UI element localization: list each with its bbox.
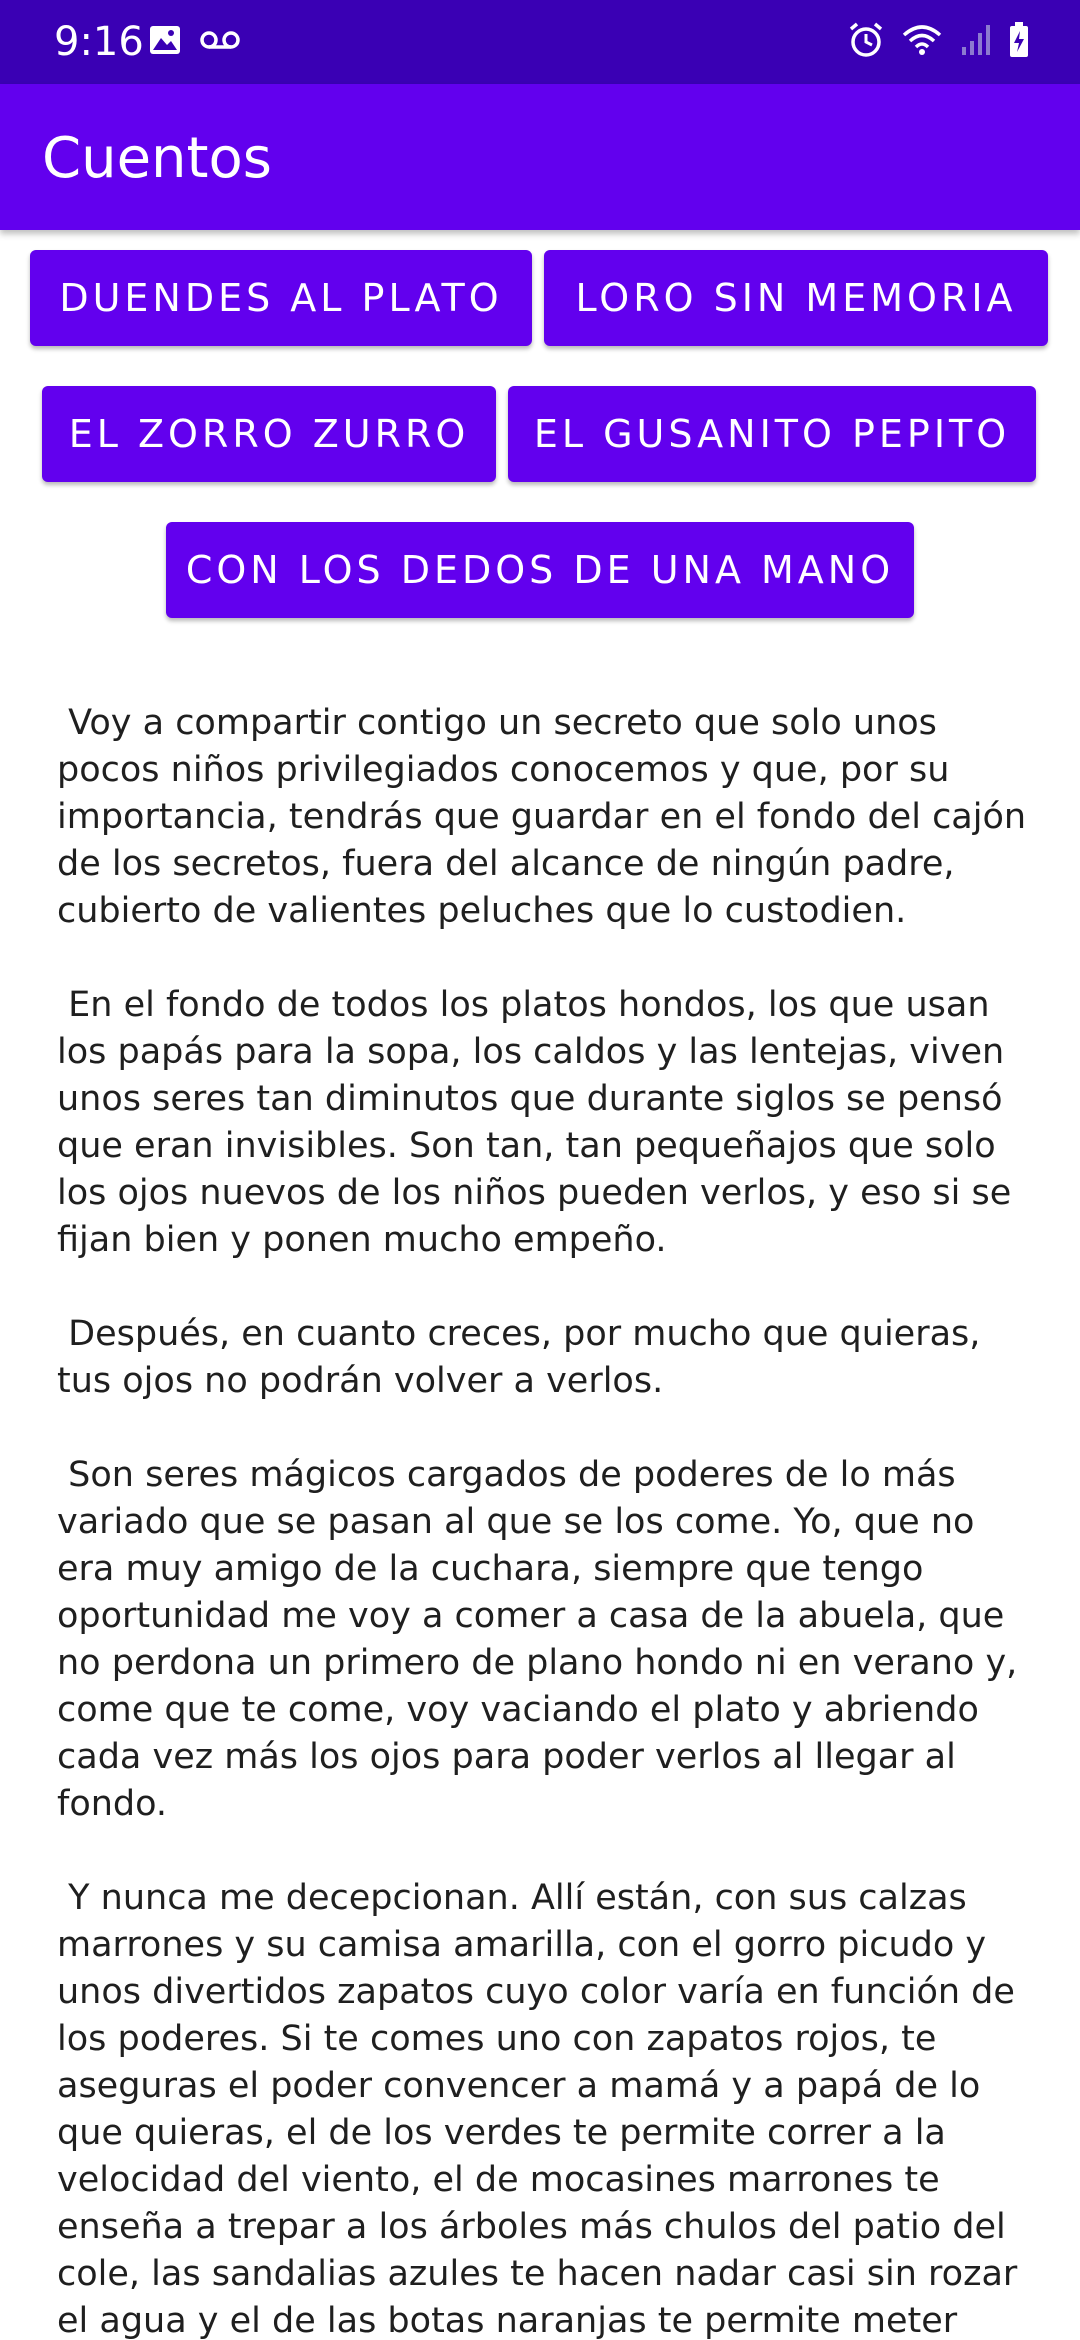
page-title: Cuentos [42,126,272,191]
loro-sin-memoria-button[interactable]: LORO SIN MEMORIA [544,250,1048,346]
story-paragraph: Son seres mágicos cargados de poderes de… [57,1455,1029,1824]
story-paragraph: Después, en cuanto creces, por mucho que… [57,1314,992,1401]
duendes-al-plato-button[interactable]: DUENDES AL PLATO [30,250,532,346]
story-text: Voy a compartir contigo un secreto que s… [57,700,1037,2340]
el-gusanito-pepito-button[interactable]: EL GUSANITO PEPITO [508,386,1036,482]
voicemail-icon [200,28,240,56]
wifi-icon [902,23,942,61]
status-left-icons [148,22,240,62]
con-los-dedos-de-una-mano-button[interactable]: CON LOS DEDOS DE UNA MANO [166,522,914,618]
app-bar: Cuentos [0,84,1080,230]
status-right-icons [848,20,1030,64]
status-time: 9:16 [54,19,144,65]
signal-icon [960,23,990,61]
battery-charging-icon [1008,21,1030,63]
el-zorro-zurro-button[interactable]: EL ZORRO ZURRO [42,386,496,482]
status-bar: 9:16 [0,0,1080,84]
story-paragraph: En el fondo de todos los platos hondos, … [57,985,1023,1260]
story-paragraph: Y nunca me decepcionan. Allí están, con … [57,1878,1029,2340]
alarm-icon [848,21,884,63]
image-icon [148,24,182,60]
story-paragraph: Voy a compartir contigo un secreto que s… [57,703,1037,931]
